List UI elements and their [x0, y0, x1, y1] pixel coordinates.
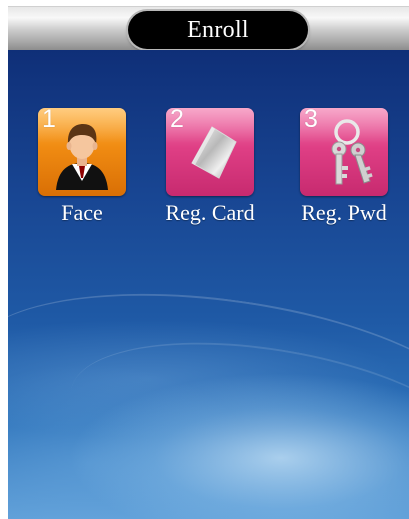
app-label-face: Face [61, 200, 103, 225]
reg-pwd-tile[interactable]: 3 [300, 108, 388, 196]
app-label-reg-pwd: Reg. Pwd [301, 200, 387, 225]
wallpaper: 1 Face 2 Reg. Card 3 Reg. Pwd [8, 50, 409, 519]
title-bar: Enroll [8, 6, 409, 50]
face-tile[interactable]: 1 [38, 108, 126, 196]
tile-number: 3 [304, 108, 318, 133]
page-title: Enroll [187, 17, 249, 43]
tile-number: 1 [42, 108, 56, 133]
app-reg-pwd[interactable]: 3 Reg. Pwd [289, 108, 399, 238]
reg-card-tile[interactable]: 2 [166, 108, 254, 196]
title-pill: Enroll [128, 11, 308, 49]
enroll-screen: Enroll 1 Face 2 Reg. Card 3 Reg. Pwd [0, 0, 409, 519]
app-face[interactable]: 1 Face [27, 108, 137, 238]
app-reg-card[interactable]: 2 Reg. Card [155, 108, 265, 238]
app-label-reg-card: Reg. Card [165, 200, 255, 225]
tile-number: 2 [170, 108, 184, 133]
